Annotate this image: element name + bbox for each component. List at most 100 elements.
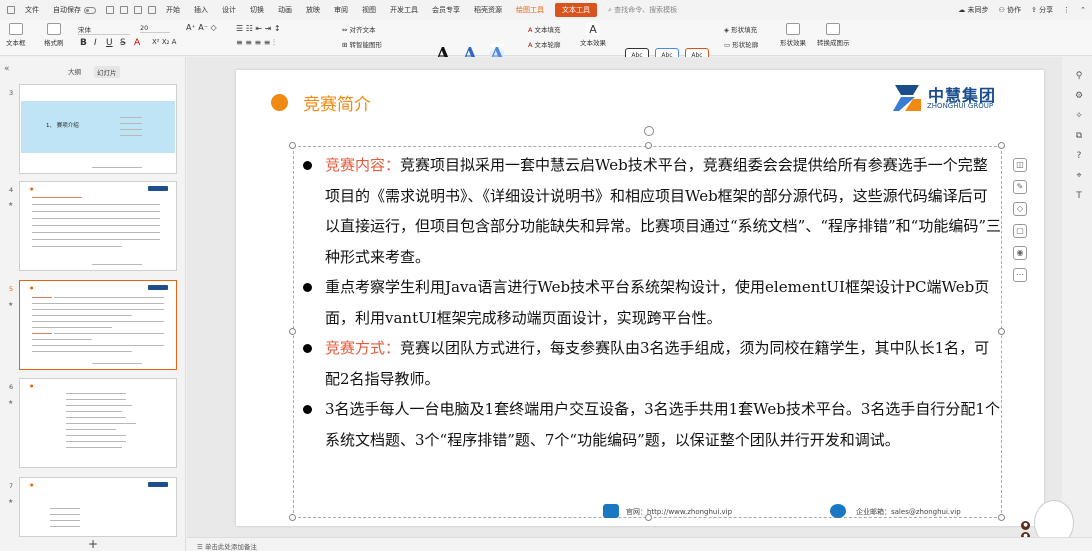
font-size-grow-icon[interactable]: A⁺ A⁻ ◇ xyxy=(186,23,217,32)
menu-view[interactable]: 视图 xyxy=(355,0,383,20)
footer-email: 企业邮箱：sales@zhonghui.vip xyxy=(856,508,961,516)
menu-developer[interactable]: 开发工具 xyxy=(383,0,425,20)
slide-thumbnail-7[interactable]: ● xyxy=(19,477,177,537)
pen-icon[interactable]: ✎ xyxy=(1013,180,1027,194)
resize-handle[interactable] xyxy=(998,514,1005,521)
search-input[interactable]: ⌕ 查找命令、搜索模板 xyxy=(601,0,684,20)
share-button[interactable]: ⇪ 分享 xyxy=(1031,5,1053,15)
smartart-button[interactable]: ⊞ 转智能图形 xyxy=(342,39,382,49)
italic-button[interactable]: I xyxy=(94,38,97,48)
bullet-item: 重点考察学生利用Java语言进行Web技术平台系统架构设计，使用elementU… xyxy=(301,272,1001,333)
fill-bucket-icon[interactable]: ◇ xyxy=(1013,202,1027,216)
tab-slides[interactable]: 幻灯片 xyxy=(94,66,120,78)
autosave-toggle[interactable] xyxy=(84,6,96,14)
layers-icon[interactable]: ◫ xyxy=(1013,158,1027,172)
animation-star-icon: ★ xyxy=(8,301,14,308)
assistant-dot-icon[interactable]: ● xyxy=(1021,521,1030,530)
slide-thumbnail-5[interactable]: ● xyxy=(19,280,177,370)
more-icon[interactable]: ⋮ xyxy=(1063,6,1070,14)
menu-docer[interactable]: 稻壳资源 xyxy=(467,0,509,20)
resize-handle[interactable] xyxy=(289,514,296,521)
slide-title[interactable]: 竞赛简介 xyxy=(303,90,371,115)
slide-thumbnail-6[interactable]: ● xyxy=(19,378,177,468)
resize-handle[interactable] xyxy=(998,142,1005,149)
text-icon[interactable]: T xyxy=(1076,190,1082,202)
undo-icon[interactable] xyxy=(134,6,142,14)
ribbon-toolbar: 文本框 格式刷 宋体 20 A⁺ A⁻ ◇ B I U S̶ A X² X₂ A… xyxy=(0,20,1092,65)
collapse-panel-icon[interactable]: « xyxy=(4,64,10,74)
font-size-select[interactable]: 20 xyxy=(140,24,170,33)
pin-icon[interactable]: ⚲ xyxy=(1076,70,1083,82)
slide-thumbnail-3[interactable]: 1、 赛项介绍 xyxy=(19,84,177,174)
font-color-button[interactable]: A xyxy=(134,38,140,48)
right-sidebar: ⚲ ⚙ ✧ ⧉ ? ⌖ T xyxy=(1069,70,1089,202)
format-brush-button[interactable]: 格式刷 xyxy=(44,23,64,47)
align-left-icon[interactable]: ≡ ≡ ≡ ≡ ⫶ xyxy=(236,38,275,48)
slide-number: 7 xyxy=(9,482,14,490)
convert-shape-button[interactable]: 转换成图示 xyxy=(817,23,850,47)
align-text-button[interactable]: ⇔ 对齐文本 xyxy=(342,24,376,34)
thumb-dot-icon: ● xyxy=(30,482,34,487)
animation-star-icon: ★ xyxy=(8,201,14,208)
resize-handle[interactable] xyxy=(289,142,296,149)
bulb-icon[interactable]: ◉ xyxy=(1013,246,1027,260)
superscript-button[interactable]: X² X₂ A xyxy=(152,38,176,46)
sync-status[interactable]: ☁ 未同步 xyxy=(958,5,988,15)
thumb-title: 1、 赛项介绍 xyxy=(46,123,79,129)
menu-insert[interactable]: 插入 xyxy=(187,0,215,20)
font-name-select[interactable]: 宋体 xyxy=(78,24,130,35)
text-outline-button[interactable]: A 文本轮廓 xyxy=(528,39,561,49)
underline-button[interactable]: U xyxy=(106,38,113,48)
resize-handle[interactable] xyxy=(645,142,652,149)
animation-star-icon: ★ xyxy=(8,498,14,505)
autosave-label[interactable]: 自动保存 xyxy=(46,0,103,20)
shape-effect-button[interactable]: 形状效果 xyxy=(780,23,806,47)
menu-slideshow[interactable]: 放映 xyxy=(299,0,327,20)
more-options-icon[interactable]: ⋯ xyxy=(1013,268,1027,282)
slide-panel: « 大纲 幻灯片 3 1、 赛项介绍 4 ★ ● 5 ★ ● 6 ★ ● 7 ★… xyxy=(0,57,186,551)
strikethrough-button[interactable]: S̶ xyxy=(120,38,126,48)
thumb-logo xyxy=(148,285,168,290)
slide-thumbnail-4[interactable]: ● xyxy=(19,181,177,271)
menu-animation[interactable]: 动画 xyxy=(271,0,299,20)
menu-home[interactable]: 开始 xyxy=(159,0,187,20)
textbox-icon xyxy=(8,23,23,35)
bold-button[interactable]: B xyxy=(80,38,87,48)
shape-fill-button[interactable]: ◈ 形状填充 xyxy=(724,24,757,34)
resize-handle[interactable] xyxy=(289,328,296,335)
print-icon[interactable] xyxy=(120,6,128,14)
menu-review[interactable]: 审阅 xyxy=(327,0,355,20)
bullet-list[interactable]: 竞赛内容：竞赛项目拟采用一套中慧云启Web技术平台，竞赛组委会会提供给所有参赛选… xyxy=(301,150,1001,455)
menu-drawing-tool[interactable]: 绘图工具 xyxy=(509,0,551,20)
menu-text-tool[interactable]: 文本工具 xyxy=(555,3,597,17)
collab-button[interactable]: ⚇ 协作 xyxy=(999,5,1022,15)
settings-sliders-icon[interactable]: ⚙ xyxy=(1075,90,1083,102)
menu-bar: 文件 自动保存 开始 插入 设计 切换 动画 放映 审阅 视图 开发工具 会员专… xyxy=(0,0,1092,20)
add-slide-icon[interactable]: + xyxy=(88,537,98,551)
menu-transition[interactable]: 切换 xyxy=(243,0,271,20)
menu-member[interactable]: 会员专享 xyxy=(425,0,467,20)
menu-file[interactable]: 文件 xyxy=(18,0,46,20)
border-icon[interactable]: ▢ xyxy=(1013,224,1027,238)
location-icon[interactable]: ⌖ xyxy=(1076,170,1081,182)
redo-icon[interactable] xyxy=(148,6,156,14)
collapse-ribbon-icon[interactable]: ⌃ xyxy=(1080,6,1086,14)
bullet-list-icon[interactable]: ☰ ☷ ⇤ ⇥ ↕ xyxy=(236,24,281,33)
text-effect-icon: A xyxy=(586,23,600,36)
magic-wand-icon[interactable]: ✧ xyxy=(1075,110,1083,122)
copy-icon[interactable]: ⧉ xyxy=(1076,130,1082,142)
rotate-handle[interactable] xyxy=(644,126,654,136)
save-icon[interactable] xyxy=(106,6,114,14)
tab-outline[interactable]: 大纲 xyxy=(68,66,81,76)
menu-icon[interactable] xyxy=(7,6,15,14)
textbox-button[interactable]: 文本框 xyxy=(6,23,26,47)
footer-website: 官网：http://www.zhonghui.vip xyxy=(626,508,733,516)
shape-outline-button[interactable]: ▭ 形状轮廓 xyxy=(724,39,758,49)
menu-design[interactable]: 设计 xyxy=(215,0,243,20)
notes-placeholder[interactable]: ☰ 单击此处添加备注 xyxy=(197,541,257,551)
text-effect-button[interactable]: A 文本效果 xyxy=(580,23,606,47)
text-fill-button[interactable]: A 文本填充 xyxy=(528,24,561,34)
help-icon[interactable]: ? xyxy=(1077,150,1082,162)
animation-star-icon: ★ xyxy=(8,399,14,406)
status-bar: ☰ 单击此处添加备注 xyxy=(187,537,1092,551)
